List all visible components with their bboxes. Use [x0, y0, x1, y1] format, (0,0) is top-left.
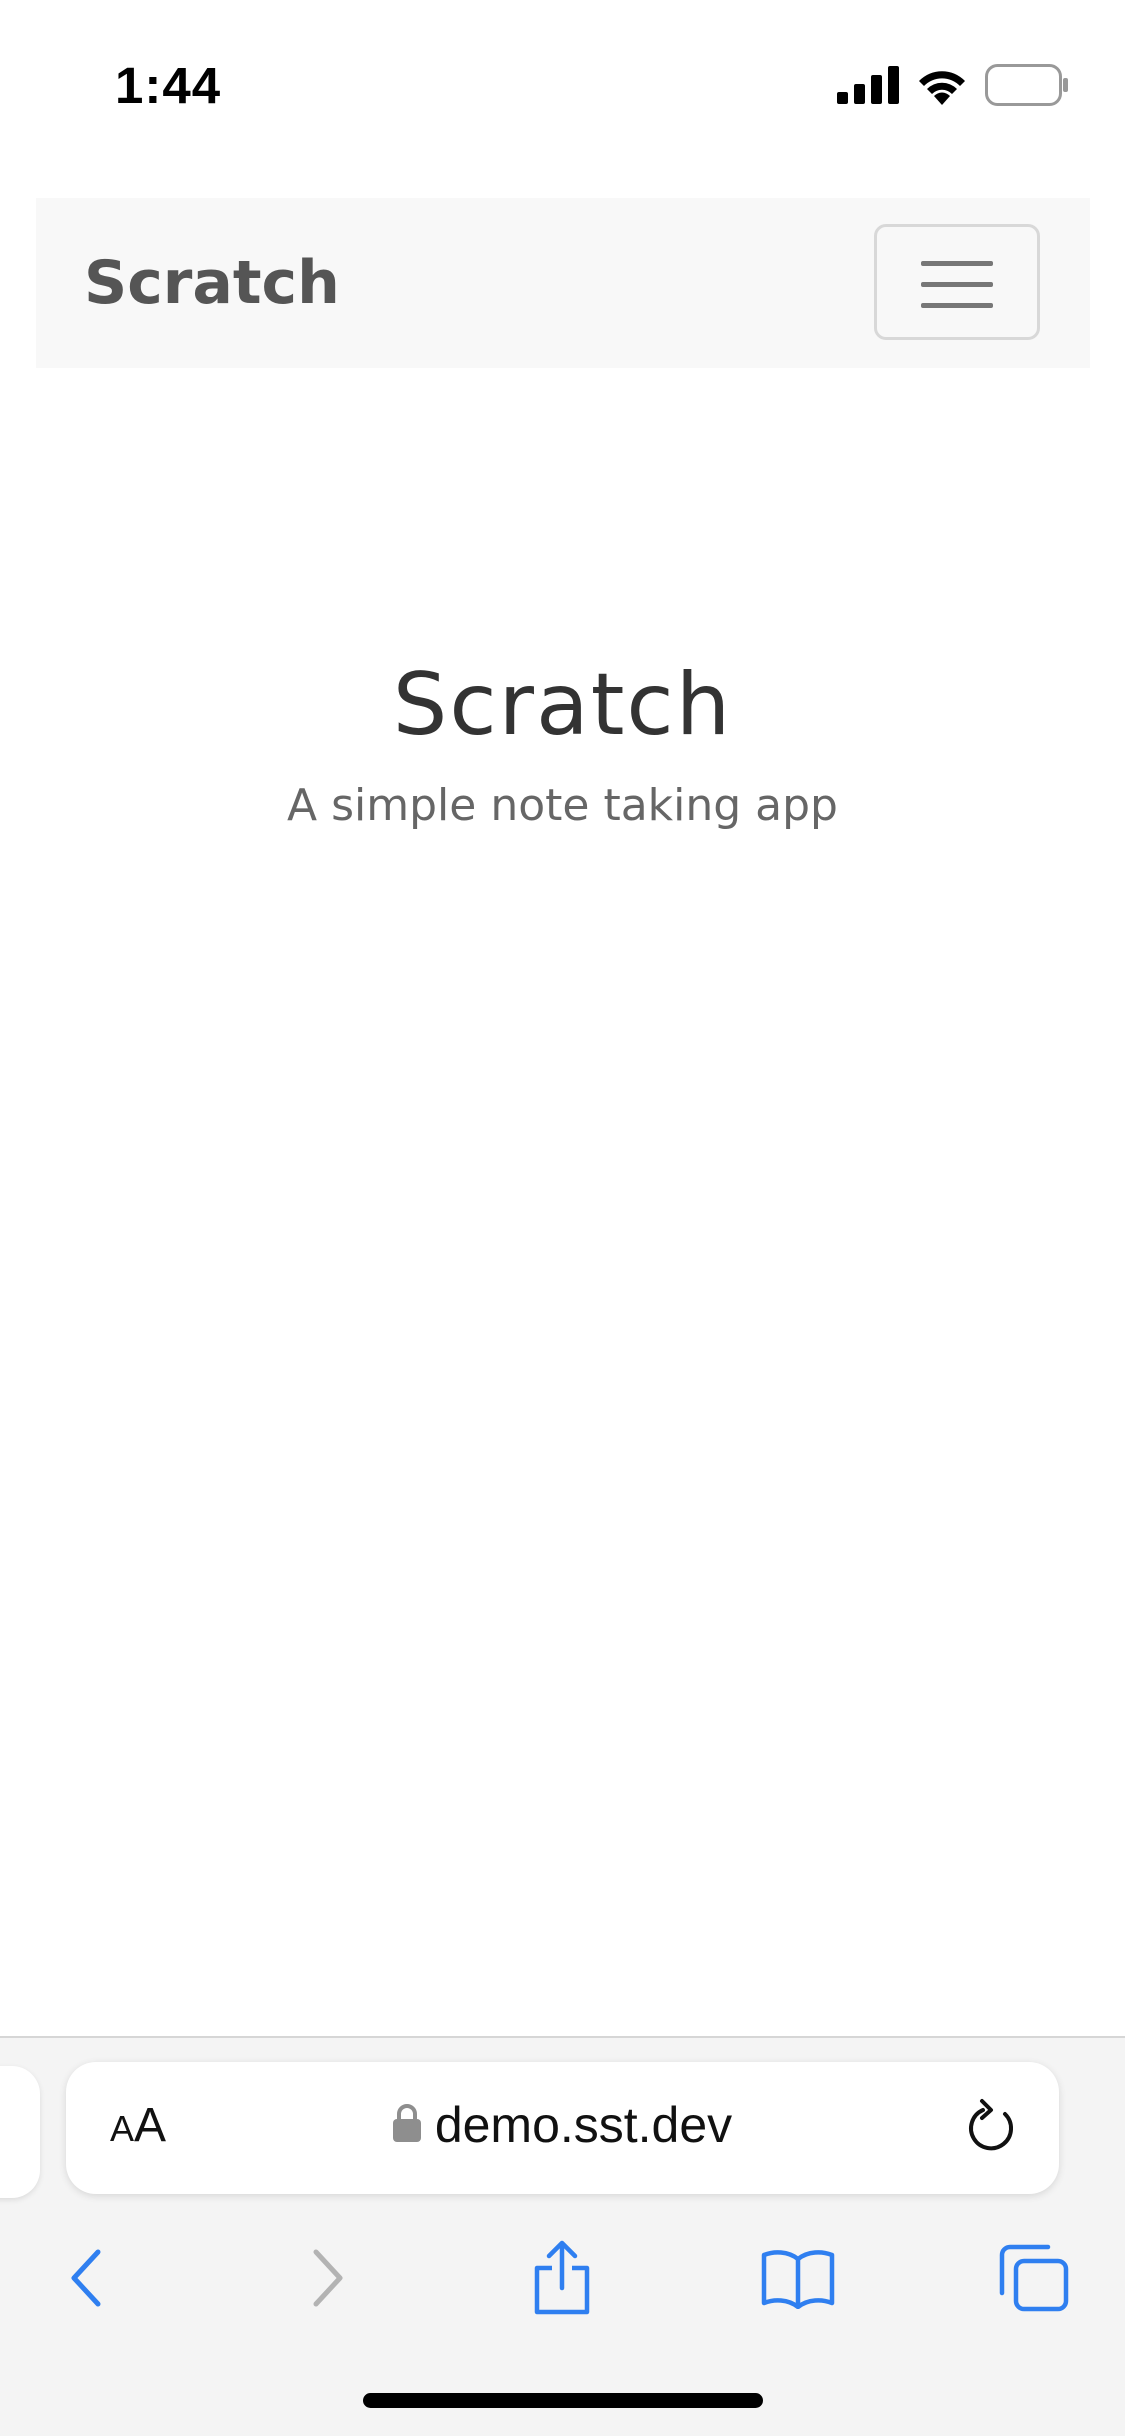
- navbar-toggle-button[interactable]: [874, 224, 1040, 340]
- status-bar: 1:44: [0, 0, 1125, 140]
- hero: Scratch A simple note taking app: [0, 640, 1125, 836]
- share-icon: [531, 2240, 593, 2321]
- page-title: Scratch: [392, 655, 733, 755]
- cellular-signal-icon: [837, 65, 899, 109]
- navbar-brand[interactable]: Scratch: [84, 248, 340, 318]
- back-icon: [66, 2248, 106, 2313]
- lock-icon: [392, 2103, 421, 2147]
- tabs-icon: [998, 2243, 1070, 2318]
- forward-icon: [308, 2248, 348, 2313]
- navbar: Scratch: [36, 198, 1090, 368]
- page-subtitle: A simple note taking app: [287, 780, 838, 831]
- browser-bottom-bar: A A demo.sst.dev: [0, 2036, 1125, 2436]
- screen: 1:44 Scratch Scratch A simple note takin…: [0, 0, 1125, 2436]
- wifi-icon: [915, 65, 969, 110]
- status-time: 1:44: [115, 57, 222, 114]
- url-text: demo.sst.dev: [434, 2097, 733, 2153]
- url-display[interactable]: demo.sst.dev: [66, 2096, 1059, 2154]
- reload-button[interactable]: [961, 2098, 1021, 2158]
- browser-toolbar: [0, 2218, 1125, 2348]
- bookmarks-icon: [760, 2247, 836, 2314]
- battery-icon: [985, 63, 1069, 111]
- status-icons: [837, 62, 1069, 112]
- tabs-button[interactable]: [994, 2240, 1074, 2320]
- back-button[interactable]: [46, 2240, 126, 2320]
- share-button[interactable]: [522, 2240, 602, 2320]
- previous-tab-edge[interactable]: [0, 2066, 40, 2198]
- bookmarks-button[interactable]: [758, 2240, 838, 2320]
- reload-icon: [961, 2099, 1021, 2162]
- address-bar[interactable]: A A demo.sst.dev: [66, 2062, 1059, 2194]
- home-indicator[interactable]: [363, 2393, 763, 2408]
- forward-button[interactable]: [288, 2240, 368, 2320]
